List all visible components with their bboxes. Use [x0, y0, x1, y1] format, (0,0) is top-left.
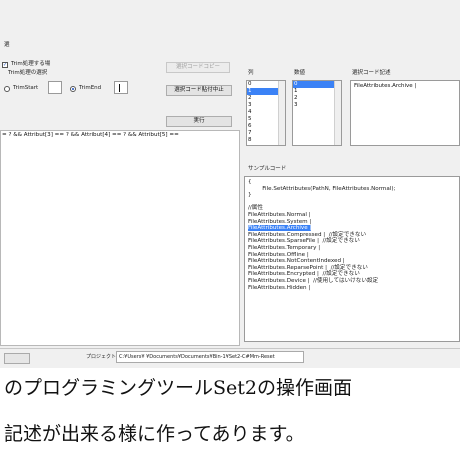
selected-code-value: FileAttributes.Archive | — [354, 83, 417, 89]
status-path-field[interactable]: C:¥Users¥ ¥Documents¥Documents¥Bin-1¥Set… — [116, 351, 304, 363]
expression-area[interactable]: = ? && Attribut[3] == ? && Attribut[4] =… — [0, 130, 240, 346]
selected-code-label: 選択コード記述 — [352, 70, 391, 76]
group-label: 選 — [4, 42, 10, 48]
caption-line-1: のプログラミングツールSet2の操作画面 — [4, 377, 352, 399]
count-scrollbar[interactable] — [334, 81, 341, 145]
trim-choice-label: Trim処理の選択 — [8, 70, 48, 76]
code-line: //属性 — [248, 205, 263, 212]
status-bar: プロジェクトパス C:¥Users¥ ¥Documents¥Documents¥… — [0, 348, 460, 368]
text-caret — [119, 84, 120, 92]
code-line: FileAttributes.Temporary | — [248, 244, 321, 251]
code-line: FileAttributes.Normal | — [248, 211, 311, 218]
trim-checkbox-label: Trim処理する場 — [11, 61, 51, 67]
selected-code-box[interactable]: FileAttributes.Archive | — [350, 80, 460, 146]
code-line: FileAttributes.SparseFile | //設定できない — [248, 238, 360, 245]
trim-checkbox[interactable]: ✓ — [2, 62, 8, 68]
execute-button[interactable]: 実行 — [166, 116, 232, 127]
column-listbox[interactable]: 012345678 — [246, 80, 286, 146]
code-line: FileAttributes.Device | //使用してはいけない設定 — [248, 277, 379, 284]
trim-start-radio[interactable] — [4, 86, 10, 92]
sample-code-label: サンプルコード — [248, 166, 287, 172]
trim-end-field[interactable] — [114, 81, 128, 94]
code-line: FileAttributes.Hidden | — [248, 284, 311, 291]
paste-code-button[interactable]: 選択コード貼付中止 — [166, 85, 232, 96]
expression-text: = ? && Attribut[3] == ? && Attribut[4] =… — [2, 132, 179, 138]
code-line: FileAttributes.Offline | — [248, 251, 309, 258]
caption-line-2: 記述が出来る様に作ってあります。 — [4, 423, 305, 445]
trim-start-field[interactable] — [48, 81, 62, 94]
sample-code-box[interactable]: { File.SetAttributes(PathN, FileAttribut… — [244, 176, 460, 342]
trim-start-label: TrimStart — [13, 85, 39, 91]
code-line: File.SetAttributes(PathN, FileAttributes… — [248, 185, 396, 192]
app-window: 選 ✓ Trim処理する場 Trim処理の選択 TrimStart TrimEn… — [0, 0, 460, 368]
code-line: } — [248, 192, 252, 199]
code-line: { — [248, 179, 252, 185]
status-indicator — [4, 353, 30, 364]
copy-code-button[interactable]: 選択コードコピー — [166, 62, 230, 73]
trim-end-label: TrimEnd — [79, 85, 102, 91]
trim-end-radio[interactable] — [70, 86, 76, 92]
sample-code-lines: { File.SetAttributes(PathN, FileAttribut… — [245, 177, 459, 291]
status-path: C:¥Users¥ ¥Documents¥Documents¥Bin-1¥Set… — [119, 354, 275, 360]
count-listbox[interactable]: 0123 — [292, 80, 342, 146]
code-line: FileAttributes.Archive | — [248, 225, 312, 232]
count-label: 数値 — [294, 70, 306, 76]
column-scrollbar[interactable] — [278, 81, 285, 145]
code-line: FileAttributes.System | — [248, 218, 312, 225]
code-line: FileAttributes.Encrypted | //設定できない — [248, 271, 360, 278]
column-label: 列 — [248, 70, 254, 76]
code-line: FileAttributes.NotContentIndexed | — [248, 258, 345, 265]
